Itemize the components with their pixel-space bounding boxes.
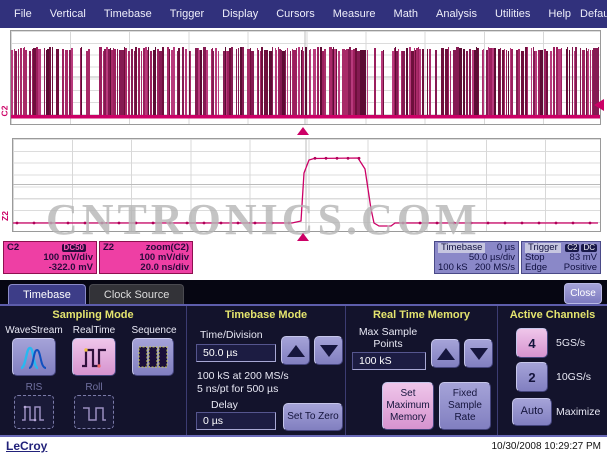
- real-time-memory-title: Real Time Memory: [346, 309, 497, 321]
- memory-down-button[interactable]: [464, 339, 493, 368]
- roll-label: Roll: [72, 382, 116, 393]
- sampling-mode-title: Sampling Mode: [0, 309, 186, 321]
- time-division-field[interactable]: 50.0 µs: [196, 344, 276, 362]
- z2-descriptor-title: Z2: [103, 243, 114, 253]
- trigger-coupling-badge: DC: [581, 244, 597, 252]
- timebase-mode-section: Timebase Mode Time/Division 50.0 µs 100 …: [187, 306, 346, 435]
- up-arrow-icon: [287, 345, 305, 357]
- timebase-sample-rate: 200 MS/s: [475, 263, 515, 273]
- set-to-zero-button[interactable]: Set To Zero: [283, 403, 343, 431]
- lecroy-logo: LeCroy: [6, 439, 47, 453]
- timebase-descriptor-box[interactable]: Timebase 0 µs 50.0 µs/div 100 kS 200 MS/…: [434, 241, 519, 274]
- menu-help[interactable]: Help: [539, 8, 580, 20]
- max-sample-label-line2: Points: [350, 338, 426, 350]
- delay-field[interactable]: 0 µs: [196, 412, 276, 430]
- max-sample-points-field[interactable]: 100 kS: [352, 352, 426, 370]
- c2-trace-marker: C2: [0, 106, 9, 117]
- datetime-label: 10/30/2008 10:29:27 PM: [491, 441, 601, 452]
- timebase-mode-title: Timebase Mode: [187, 309, 345, 321]
- fixed-sample-rate-button[interactable]: Fixed Sample Rate: [439, 382, 491, 430]
- trigger-source-badge: C2: [565, 244, 579, 252]
- wavestream-button[interactable]: [12, 338, 56, 376]
- time-division-down-button[interactable]: [314, 336, 343, 365]
- menu-vertical[interactable]: Vertical: [41, 8, 95, 20]
- set-maximum-memory-button[interactable]: Set Maximum Memory: [382, 382, 434, 430]
- channels-2-rate-label: 10GS/s: [556, 371, 591, 383]
- sequence-label: Sequence: [126, 325, 182, 336]
- sample-info-line1: 100 kS at 200 MS/s: [197, 370, 289, 382]
- z2-time-per-div: 20.0 ns/div: [140, 263, 189, 273]
- channels-4-rate-label: 5GS/s: [556, 337, 585, 349]
- realtime-icon: [77, 343, 111, 371]
- timebase-samples: 100 kS: [438, 263, 468, 273]
- menu-display[interactable]: Display: [213, 8, 267, 20]
- trigger-type: Edge: [525, 263, 547, 273]
- active-channels-title: Active Channels: [498, 309, 607, 321]
- time-division-up-button[interactable]: [281, 336, 310, 365]
- c2-waveform-svg: [11, 31, 600, 124]
- menu-file[interactable]: File: [5, 8, 41, 20]
- down-arrow-icon: [470, 348, 488, 360]
- memory-up-button[interactable]: [431, 339, 460, 368]
- trigger-level-arrow-icon[interactable]: [594, 99, 604, 111]
- watermark: CNTRONICS.COM: [46, 194, 481, 245]
- close-button[interactable]: Close: [564, 283, 602, 304]
- menu-timebase[interactable]: Timebase: [95, 8, 161, 20]
- trigger-delay-marker-icon[interactable]: [297, 233, 309, 241]
- menu-math[interactable]: Math: [385, 8, 427, 20]
- realtime-label: RealTime: [66, 325, 122, 336]
- roll-button[interactable]: [74, 395, 114, 429]
- z2-descriptor-box[interactable]: Z2 zoom(C2) 100 mV/div 20.0 ns/div: [99, 241, 193, 274]
- wavestream-icon: [17, 343, 51, 371]
- c2-graticule: [10, 30, 601, 125]
- wavestream-label: WaveStream: [2, 325, 66, 336]
- timebase-dialog: Timebase Clock Source Close Sampling Mod…: [0, 280, 607, 437]
- z2-trace-marker: Z2: [0, 211, 10, 221]
- sample-info-line2: 5 ns/pt for 500 µs: [197, 383, 278, 395]
- menu-cursors[interactable]: Cursors: [267, 8, 324, 20]
- c2-offset: -322.0 mV: [49, 263, 93, 273]
- c2-descriptor-title: C2: [7, 243, 19, 253]
- menu-trigger[interactable]: Trigger: [161, 8, 213, 20]
- menu-bar: File Vertical Timebase Trigger Display C…: [0, 0, 607, 28]
- realtime-button[interactable]: [72, 338, 116, 376]
- ris-icon: [19, 400, 49, 424]
- sequence-button[interactable]: [132, 338, 174, 376]
- time-division-label: Time/Division: [200, 329, 263, 341]
- down-arrow-icon: [320, 345, 338, 357]
- tab-clock-source[interactable]: Clock Source: [89, 284, 184, 304]
- trigger-descriptor-box[interactable]: Trigger C2 DC Stop 83 mV Edge Positive: [521, 241, 601, 274]
- menu-analysis[interactable]: Analysis: [427, 8, 486, 20]
- trigger-slope: Positive: [564, 263, 597, 273]
- dialog-tab-bar: Timebase Clock Source Close: [0, 280, 607, 306]
- channels-auto-label: Maximize: [556, 406, 600, 418]
- max-sample-label-line1: Max Sample: [350, 326, 426, 338]
- channels-4-button[interactable]: 4: [516, 328, 548, 358]
- default-label: Default:: [580, 8, 607, 20]
- oscilloscope-screen: File Vertical Timebase Trigger Display C…: [0, 0, 607, 455]
- tab-timebase[interactable]: Timebase: [8, 284, 86, 304]
- trigger-position-marker-icon[interactable]: [297, 127, 309, 135]
- active-channels-section: Active Channels 4 5GS/s 2 10GS/s Auto Ma…: [498, 306, 607, 435]
- sampling-mode-section: Sampling Mode WaveStream RealTime Sequen…: [0, 306, 187, 435]
- channels-auto-button[interactable]: Auto: [512, 398, 552, 426]
- roll-icon: [79, 400, 109, 424]
- menu-measure[interactable]: Measure: [324, 8, 385, 20]
- c2-coupling-badge: DC50: [62, 244, 86, 252]
- c2-descriptor-box[interactable]: C2 DC50 100 mV/div -322.0 mV: [3, 241, 97, 274]
- channels-2-button[interactable]: 2: [516, 362, 548, 392]
- waveform-display: C2 Z2 CNTRONICS.COM C2 DC50 100 mV/div -…: [0, 28, 607, 280]
- real-time-memory-section: Real Time Memory Max Sample Points 100 k…: [346, 306, 498, 435]
- sequence-icon: [136, 343, 170, 371]
- up-arrow-icon: [437, 348, 455, 360]
- delay-label: Delay: [211, 399, 238, 411]
- status-bar: LeCroy 10/30/2008 10:29:27 PM: [0, 437, 607, 455]
- menu-utilities[interactable]: Utilities: [486, 8, 539, 20]
- ris-label: RIS: [12, 382, 56, 393]
- ris-button[interactable]: [14, 395, 54, 429]
